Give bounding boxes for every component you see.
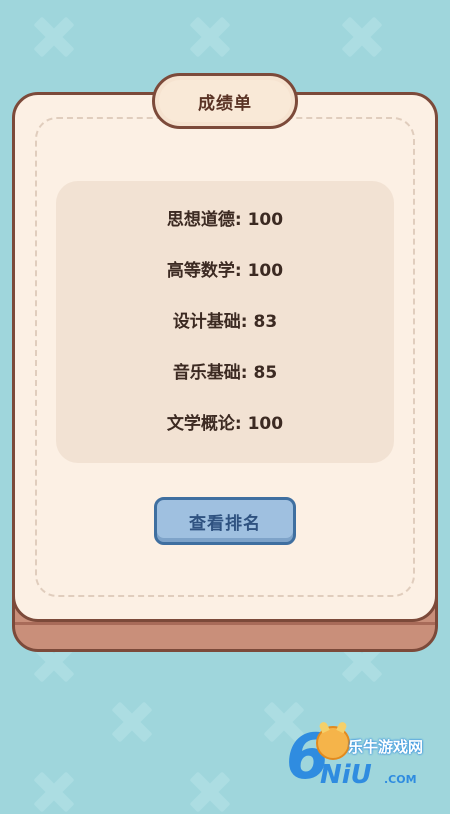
view-ranking-label: 查看排名 bbox=[189, 513, 261, 534]
x-decoration-icon bbox=[340, 15, 384, 59]
view-ranking-button[interactable]: 查看排名 bbox=[154, 497, 296, 545]
grade-row-math: 高等数学: 100 bbox=[166, 261, 284, 281]
x-decoration-icon bbox=[188, 770, 232, 814]
grade-row-literature: 文学概论: 100 bbox=[166, 414, 284, 434]
watermark-site-name: 乐牛游戏网 bbox=[348, 738, 424, 756]
watermark-suffix: .COM bbox=[384, 773, 417, 786]
grades-panel: 思想道德: 100 高等数学: 100 设计基础: 83 音乐基础: 85 文学… bbox=[56, 181, 394, 463]
page-title: 成绩单 bbox=[198, 93, 252, 114]
x-decoration-icon bbox=[32, 770, 76, 814]
grade-row-moral: 思想道德: 100 bbox=[166, 210, 284, 230]
x-decoration-icon bbox=[188, 15, 232, 59]
grade-row-music: 音乐基础: 85 bbox=[172, 363, 278, 383]
x-decoration-icon bbox=[110, 700, 154, 744]
watermark-domain: NiU bbox=[320, 760, 372, 790]
grade-row-design: 设计基础: 83 bbox=[172, 312, 278, 332]
card-base-stripe bbox=[15, 622, 435, 625]
watermark-logo: 6 乐牛游戏网 NiU .COM bbox=[282, 722, 450, 796]
title-tag: 成绩单 bbox=[152, 73, 298, 129]
x-decoration-icon bbox=[32, 15, 76, 59]
cow-mascot-icon bbox=[316, 726, 350, 760]
